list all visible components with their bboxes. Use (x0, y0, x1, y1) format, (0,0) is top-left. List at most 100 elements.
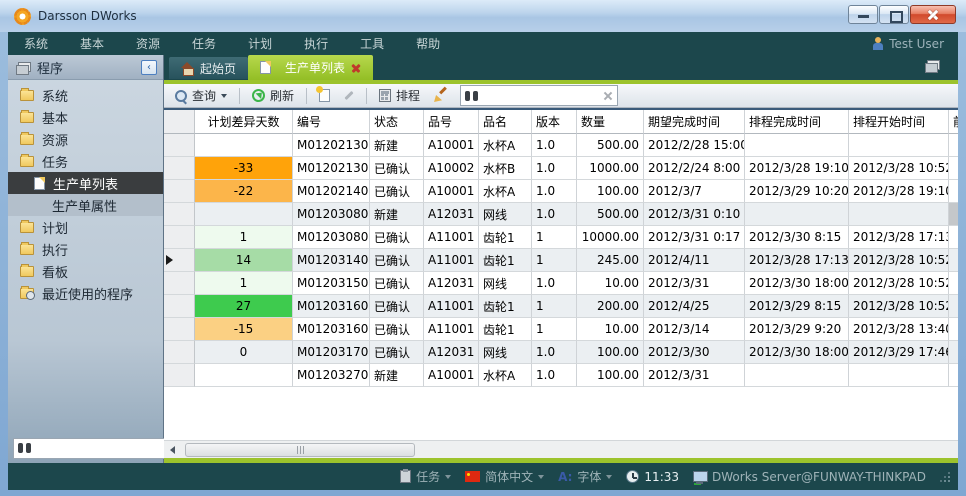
cell-qty: 245.00 (577, 249, 644, 272)
menu-item-tools[interactable]: 工具 (344, 35, 400, 52)
table-row[interactable]: M012032701新建A10001水杯A1.0100.002012/3/31 (164, 364, 958, 387)
clear-button[interactable] (429, 87, 452, 104)
column-header[interactable]: 前 (949, 110, 958, 134)
menu-item-plan[interactable]: 计划 (232, 35, 288, 52)
scroll-left-button[interactable] (164, 442, 181, 458)
sidebar-item-production-order-props[interactable]: 生产单属性 (8, 194, 163, 216)
menu-item-resource[interactable]: 资源 (120, 35, 176, 52)
window-list-icon[interactable] (925, 60, 939, 71)
cell-diff (195, 203, 293, 226)
toolbar: 查询 刷新 排程 (164, 84, 958, 108)
sidebar-item-execute[interactable]: 执行 (8, 238, 163, 260)
table-row[interactable]: -15M012031602已确认A11001齿轮1110.002012/3/14… (164, 318, 958, 341)
column-header[interactable]: 计划差异天数 (195, 110, 293, 134)
language-menu[interactable]: 简体中文 (461, 468, 548, 485)
cell-qty: 10000.00 (577, 226, 644, 249)
menu-item-task[interactable]: 任务 (176, 35, 232, 52)
cell-no: M012031601 (293, 295, 370, 318)
scrollbar-thumb[interactable] (185, 443, 415, 457)
tab-production-order-list[interactable]: 生产单列表 (248, 55, 373, 80)
menu-item-help[interactable]: 帮助 (400, 35, 456, 52)
table-row[interactable]: 14M012031402已确认A11001齿轮11245.002012/4/11… (164, 249, 958, 272)
cell-ver: 1.0 (532, 364, 577, 387)
column-header[interactable]: 版本 (532, 110, 577, 134)
table-row[interactable]: 1M012030802已确认A11001齿轮1110000.002012/3/3… (164, 226, 958, 249)
grid-header-row: 计划差异天数编号状态品号品名版本数量期望完成时间排程完成时间排程开始时间前 (164, 110, 958, 134)
sidebar-item-plan[interactable]: 计划 (8, 216, 163, 238)
cell-sched_start: 2012/3/29 17:46 (849, 341, 949, 364)
row-indicator-icon (166, 255, 173, 265)
cell-no: M012021301 (293, 134, 370, 157)
cell-sched_start: 2012/3/28 10:52 (849, 249, 949, 272)
column-header[interactable]: 状态 (370, 110, 424, 134)
cell-item: A12031 (424, 341, 479, 364)
tab-label: 起始页 (200, 60, 236, 77)
table-row[interactable]: 1M012031501已确认A12031网线1.010.002012/3/312… (164, 272, 958, 295)
sidebar-item-production-order-list[interactable]: 生产单列表 (8, 172, 163, 194)
column-header[interactable]: 品号 (424, 110, 479, 134)
sidebar-item-system[interactable]: 系统 (8, 84, 163, 106)
cell-ver: 1.0 (532, 134, 577, 157)
cell-name: 网线 (479, 272, 532, 295)
column-header[interactable]: 排程开始时间 (849, 110, 949, 134)
cell-diff (195, 364, 293, 387)
table-row[interactable]: 0M012031701已确认A12031网线1.0100.002012/3/30… (164, 341, 958, 364)
cell-item: A11001 (424, 249, 479, 272)
horizontal-scrollbar[interactable] (164, 440, 958, 458)
sidebar-item-recent-programs[interactable]: 最近使用的程序 (8, 282, 163, 304)
schedule-button[interactable]: 排程 (374, 85, 425, 106)
cell-sched_end: 2012/3/30 18:00 (745, 341, 849, 364)
toolbar-separator (306, 88, 307, 104)
cell-extra (949, 249, 958, 272)
minimize-button[interactable] (848, 5, 878, 24)
cell-name: 网线 (479, 341, 532, 364)
menu-item-system[interactable]: 系统 (8, 35, 64, 52)
cell-name: 齿轮1 (479, 318, 532, 341)
font-menu[interactable]: A: 字体 (554, 468, 616, 485)
task-menu[interactable]: 任务 (396, 468, 455, 485)
refresh-button[interactable]: 刷新 (247, 85, 299, 106)
table-row[interactable]: -22M012021401已确认A10001水杯A1.0100.002012/3… (164, 180, 958, 203)
maximize-button[interactable] (879, 5, 909, 24)
menu-item-execute[interactable]: 执行 (288, 35, 344, 52)
calculator-icon (379, 89, 391, 102)
cell-extra (949, 180, 958, 203)
cell-name: 水杯A (479, 364, 532, 387)
row-selector (164, 295, 195, 318)
row-selector (164, 134, 195, 157)
sidebar-item-resource[interactable]: 资源 (8, 128, 163, 150)
edit-button[interactable] (339, 92, 359, 99)
column-header[interactable]: 编号 (293, 110, 370, 134)
sidebar-item-basic[interactable]: 基本 (8, 106, 163, 128)
cell-qty: 200.00 (577, 295, 644, 318)
sidebar-search-input[interactable] (31, 441, 186, 455)
sidebar-item-kanban[interactable]: 看板 (8, 260, 163, 282)
query-button[interactable]: 查询 (170, 85, 232, 106)
column-header[interactable]: 期望完成时间 (644, 110, 745, 134)
resize-grip[interactable] (940, 472, 950, 482)
table-row[interactable]: 27M012031601已确认A11001齿轮11200.002012/4/25… (164, 295, 958, 318)
column-header[interactable]: 数量 (577, 110, 644, 134)
new-button[interactable] (314, 87, 335, 104)
tab-close-icon[interactable] (351, 63, 361, 73)
table-row[interactable]: M012021301新建A10001水杯A1.0500.002012/2/28 … (164, 134, 958, 157)
sidebar-item-task[interactable]: 任务 (8, 150, 163, 172)
table-row[interactable]: M012030801新建A12031网线1.0500.002012/3/31 0… (164, 203, 958, 226)
column-header[interactable]: 排程完成时间 (745, 110, 849, 134)
menu-item-basic[interactable]: 基本 (64, 35, 120, 52)
cell-expect: 2012/3/14 (644, 318, 745, 341)
sidebar-item-label: 生产单属性 (52, 196, 117, 215)
cell-qty: 10.00 (577, 272, 644, 295)
tab-home[interactable]: 起始页 (169, 57, 248, 79)
sidebar-items: 系统基本资源任务生产单列表生产单属性计划执行看板最近使用的程序 (8, 80, 163, 304)
user-box[interactable]: Test User (872, 37, 958, 51)
table-row[interactable]: -33M012021302已确认A10002水杯B1.01000.002012/… (164, 157, 958, 180)
toolbar-search-input[interactable] (478, 89, 603, 103)
user-icon (872, 37, 884, 50)
cell-item: A10001 (424, 134, 479, 157)
column-header[interactable]: 品名 (479, 110, 532, 134)
sidebar-collapse-button[interactable]: ‹ (141, 60, 157, 75)
toolbar-search-clear-icon[interactable] (603, 91, 613, 101)
close-button[interactable] (910, 5, 956, 24)
sidebar: 程序 ‹ 系统基本资源任务生产单列表生产单属性计划执行看板最近使用的程序 (8, 55, 164, 463)
